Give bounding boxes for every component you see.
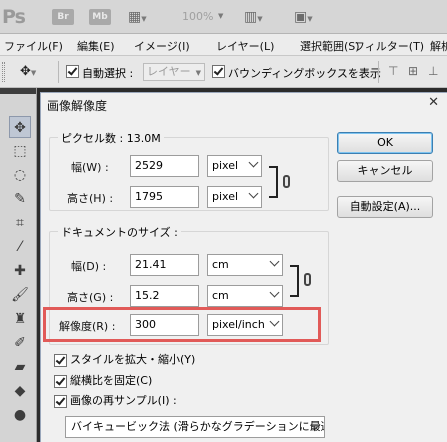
dialog-title: 画像解像度: [47, 99, 108, 113]
separator: [58, 61, 59, 83]
align-top-icon[interactable]: ⊤: [388, 62, 398, 80]
pixel-dimensions-legend: ピクセル数 : 13.0M: [58, 130, 164, 146]
constrain-proportions-checkbox[interactable]: [54, 374, 67, 388]
resample-image-label: 画像の再サンプル(I) :: [70, 394, 177, 407]
crop-tool-icon[interactable]: ⌗: [9, 212, 31, 234]
menu-file[interactable]: ファイル(F): [4, 38, 63, 54]
resample-method-value: バイキュービック法 (滑らかなグラデーションに最適): [71, 420, 325, 433]
auto-select-target-dropdown[interactable]: レイヤー ▼: [143, 63, 205, 81]
application-bar: Ps Br Mb ▦▼ 100% ▼ ▥▼ ▣▼: [0, 0, 447, 34]
scale-styles-row[interactable]: スタイルを拡大・縮小(Y): [54, 351, 195, 367]
menu-image[interactable]: イメージ(I): [134, 38, 190, 54]
resample-image-checkbox[interactable]: [54, 394, 67, 408]
auto-button[interactable]: 自動設定(A)...: [337, 196, 433, 218]
align-bottom-icon[interactable]: ⊥: [428, 62, 438, 80]
paint-bucket-tool-icon[interactable]: ◆: [9, 380, 31, 402]
show-bounding-box-label: バウンディングボックスを表示: [228, 67, 381, 80]
resolution-unit-dropdown[interactable]: pixel/inch: [207, 314, 283, 336]
screen-mode-icon[interactable]: ▣▼: [294, 8, 313, 28]
menu-filter[interactable]: フィルター(T): [354, 38, 424, 54]
eyedropper-tool-icon[interactable]: ⁄: [9, 236, 31, 258]
menu-bar: ファイル(F) 編集(E) イメージ(I) レイヤー(L) 選択範囲(S) フィ…: [0, 34, 447, 56]
resample-method-dropdown[interactable]: バイキュービック法 (滑らかなグラデーションに最適): [65, 416, 325, 438]
constrain-proportions-row[interactable]: 縦横比を固定(C): [54, 372, 152, 388]
move-tool-icon[interactable]: ✥: [9, 116, 31, 138]
blur-tool-icon[interactable]: ●: [9, 404, 31, 426]
marquee-tool-icon[interactable]: ⬚: [9, 140, 31, 162]
minibridge-button[interactable]: Mb: [89, 9, 111, 25]
doc-width-label: 幅(D) :: [71, 260, 107, 273]
auto-select-label: 自動選択 :: [82, 67, 134, 80]
pixel-height-unit-value: pixel: [212, 190, 239, 203]
pixel-width-unit-dropdown[interactable]: pixel: [207, 155, 262, 177]
image-size-dialog: 画像解像度 ✕ ピクセル数 : 13.0M 幅(W) : 2529 pixel …: [40, 92, 447, 442]
close-icon[interactable]: ✕: [428, 95, 439, 110]
brush-tool-icon[interactable]: 🖌: [9, 284, 31, 306]
doc-width-input[interactable]: 21.41: [130, 254, 199, 276]
doc-height-unit-dropdown[interactable]: cm: [207, 285, 283, 307]
pixel-height-unit-dropdown[interactable]: pixel: [207, 186, 262, 208]
chevron-down-icon: ▼: [195, 69, 201, 77]
auto-select-checkbox[interactable]: [66, 65, 79, 78]
options-bar: ✥▼ 自動選択 : レイヤー ▼ バウンディングボックスを表示 ⊤ ⊞ ⊥: [0, 56, 447, 88]
history-brush-tool-icon[interactable]: ✐: [9, 332, 31, 354]
menu-layer[interactable]: レイヤー(L): [216, 38, 274, 54]
resolution-unit-value: pixel/inch: [212, 318, 265, 331]
spot-healing-tool-icon[interactable]: ✚: [9, 260, 31, 282]
ok-button[interactable]: OK: [337, 132, 433, 154]
resolution-input[interactable]: 300: [130, 314, 199, 336]
pixel-width-input[interactable]: 2529: [130, 155, 199, 177]
scale-styles-label: スタイルを拡大・縮小(Y): [70, 353, 196, 366]
cancel-button[interactable]: キャンセル: [337, 160, 433, 182]
eraser-tool-icon[interactable]: ▰: [9, 356, 31, 378]
bridge-button[interactable]: Br: [52, 9, 74, 25]
zoom-level[interactable]: 100%: [182, 10, 213, 23]
constrain-proportions-label: 縦横比を固定(C): [70, 374, 153, 387]
doc-width-unit-value: cm: [212, 258, 229, 271]
menu-select[interactable]: 選択範囲(S): [300, 38, 360, 54]
chevron-down-icon: [269, 316, 280, 327]
auto-select-target-value: レイヤー: [147, 65, 191, 78]
doc-width-unit-dropdown[interactable]: cm: [207, 254, 283, 276]
pixel-width-unit-value: pixel: [212, 159, 239, 172]
tools-panel: ✥ ⬚ ◌ ✎ ⌗ ⁄ ✚ 🖌 ♜ ✐ ▰ ◆ ●: [0, 88, 37, 442]
zoom-dropdown-icon[interactable]: ▼: [218, 12, 223, 20]
menu-edit[interactable]: 編集(E): [77, 38, 115, 54]
pixel-constrain-bracket: [269, 166, 278, 198]
menu-analysis[interactable]: 解析: [430, 38, 447, 54]
chevron-down-icon: [248, 157, 259, 168]
arrange-documents-icon[interactable]: ▥▼: [244, 8, 263, 28]
pixel-height-label: 高さ(H) :: [67, 192, 114, 205]
scale-styles-checkbox[interactable]: [54, 353, 67, 367]
quick-selection-tool-icon[interactable]: ✎: [9, 188, 31, 210]
doc-height-label: 高さ(G) :: [67, 291, 114, 304]
chevron-down-icon: [269, 256, 280, 267]
chevron-down-icon: [269, 287, 280, 298]
chevron-down-icon: [248, 188, 259, 199]
separator: [378, 61, 379, 83]
photoshop-logo: Ps: [2, 6, 26, 28]
resolution-label: 解像度(R) :: [59, 320, 116, 333]
doc-constrain-bracket: [290, 265, 299, 297]
tools-panel-header[interactable]: [0, 88, 36, 94]
pixel-height-input[interactable]: 1795: [130, 186, 199, 208]
show-bounding-box-checkbox[interactable]: [212, 65, 225, 78]
options-bar-grip[interactable]: [2, 62, 5, 82]
resample-image-row[interactable]: 画像の再サンプル(I) :: [54, 392, 177, 408]
lasso-tool-icon[interactable]: ◌: [9, 164, 31, 186]
doc-height-unit-value: cm: [212, 289, 229, 302]
film-strip-icon[interactable]: ▦▼: [128, 8, 147, 28]
pixel-width-label: 幅(W) :: [71, 161, 109, 174]
move-tool-preset-icon[interactable]: ✥▼: [20, 64, 36, 79]
doc-height-input[interactable]: 15.2: [130, 285, 199, 307]
document-size-legend: ドキュメントのサイズ :: [58, 224, 181, 240]
clone-stamp-tool-icon[interactable]: ♜: [9, 308, 31, 330]
chain-link-icon: [283, 175, 290, 188]
align-vertical-center-icon[interactable]: ⊞: [408, 62, 418, 80]
chain-link-icon: [304, 273, 311, 286]
